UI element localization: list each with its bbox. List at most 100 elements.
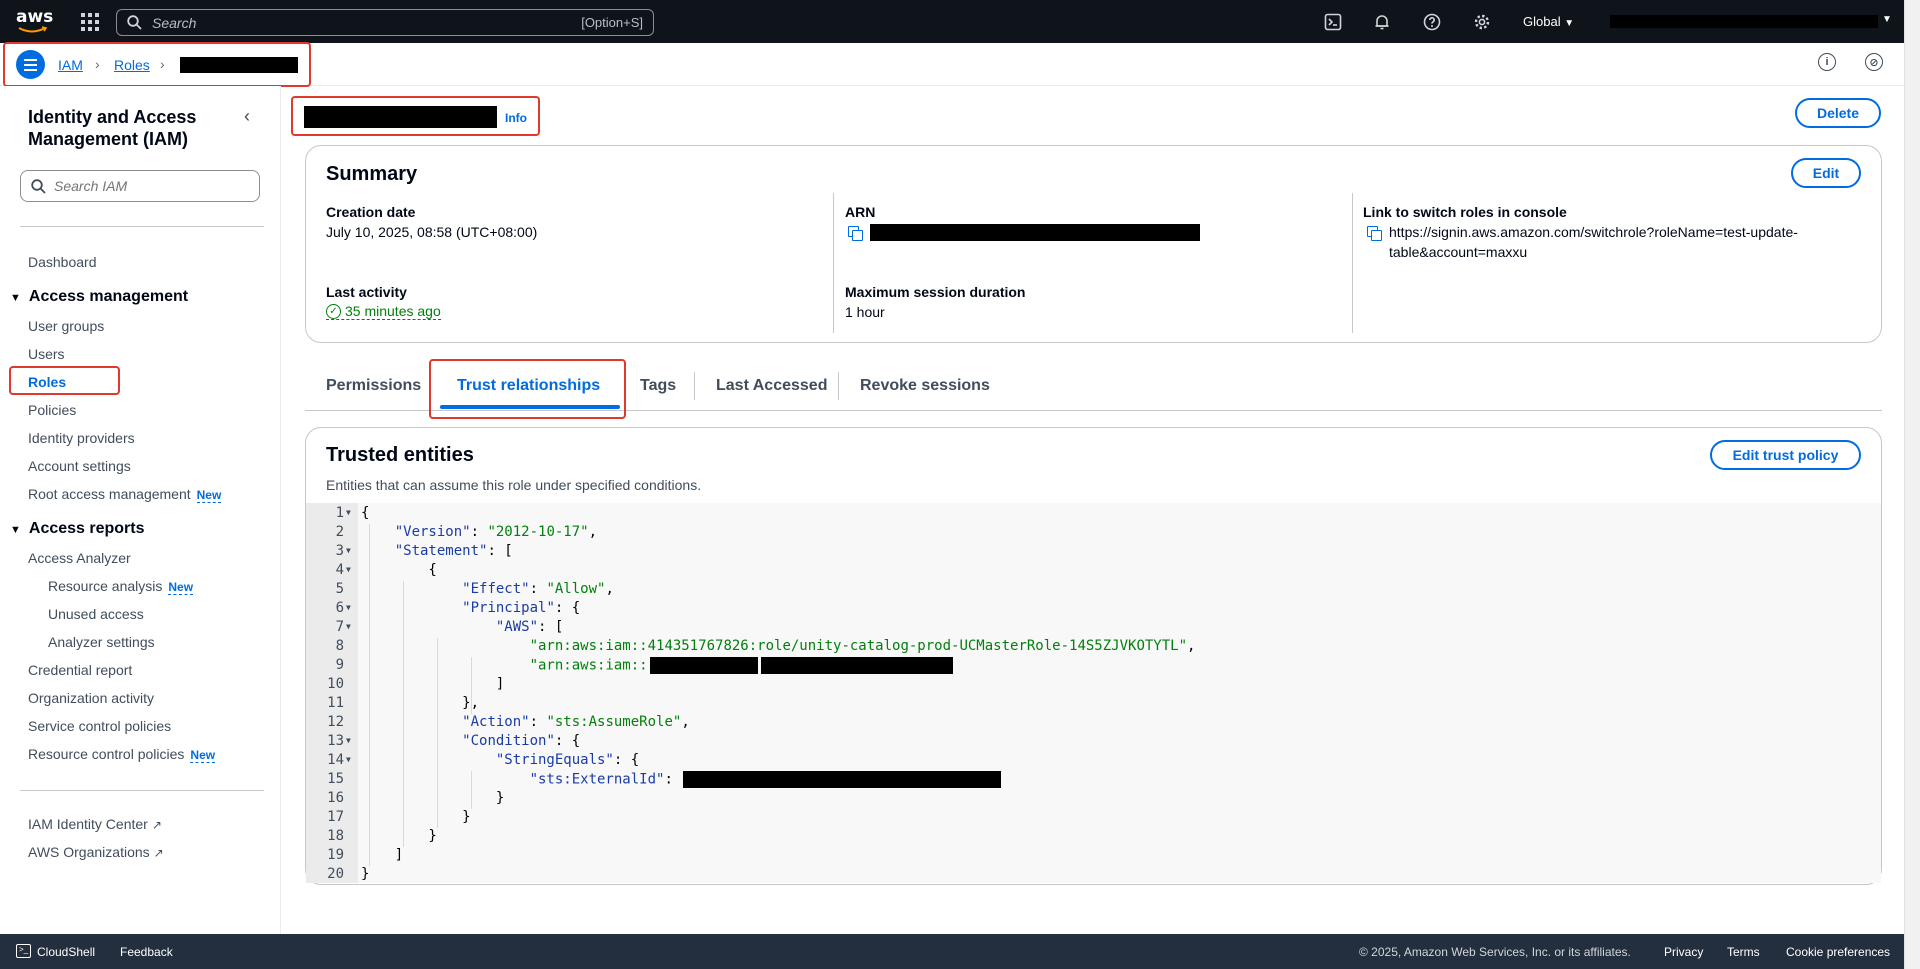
line-number: 12 (327, 714, 344, 730)
fold-caret-icon[interactable]: ▼ (346, 546, 351, 555)
global-search-input[interactable]: Search [Option+S] (116, 9, 654, 36)
code-text: "Effect": "Allow", (462, 581, 614, 597)
page-scrollbar[interactable] (1904, 0, 1920, 969)
last-activity-label: Last activity (326, 284, 407, 300)
cloudshell-link[interactable]: CloudShell (37, 945, 95, 959)
sidebar-item-analyzer-settings[interactable]: Analyzer settings (48, 634, 155, 650)
sidebar-title[interactable]: Identity and Access Management (IAM) (28, 106, 238, 150)
feedback-link[interactable]: Feedback (120, 945, 173, 959)
top-navigation: aws Search [Option+S] Global ▼ ▼ (0, 0, 1904, 43)
sidebar-item-resource-analysis[interactable]: Resource analysis New (48, 578, 194, 595)
sidebar-item-organization-activity[interactable]: Organization activity (28, 690, 154, 706)
sidebar-section-access-reports[interactable]: ▼ Access reports (10, 520, 145, 538)
code-text: }, (361, 695, 480, 711)
line-number: 2 (335, 524, 344, 540)
tab-revoke-sessions[interactable]: Revoke sessions (860, 377, 990, 395)
item-label: Root access management (28, 486, 191, 502)
line-number: 20 (327, 866, 344, 882)
sidebar-item-credential-report[interactable]: Credential report (28, 662, 132, 678)
collapse-sidebar-chevron-icon[interactable]: ‹ (244, 106, 250, 127)
sidebar-item-resource-control-policies[interactable]: Resource control policies New (28, 746, 216, 763)
sidebar-item-user-groups[interactable]: User groups (28, 318, 104, 334)
fold-caret-icon[interactable]: ▼ (346, 565, 351, 574)
code-line: 15 "sts:ExternalId": (306, 771, 1881, 790)
privacy-link[interactable]: Privacy (1664, 945, 1703, 959)
sidebar-search-field[interactable] (54, 178, 254, 194)
sidebar-item-access-analyzer[interactable]: Access Analyzer (28, 550, 131, 566)
trust-policy-code-viewer[interactable]: 1 ▼{2 "Version": "2012-10-17", 3 ▼ "Stateme… (306, 503, 1881, 883)
settings-gear-icon[interactable] (1472, 12, 1492, 32)
feedback-panel-icon[interactable]: ⊘ (1865, 53, 1883, 71)
aws-logo-text: aws (16, 7, 54, 27)
services-menu-icon[interactable] (81, 13, 99, 31)
sidebar-item-users[interactable]: Users (28, 346, 65, 362)
item-label: AWS Organizations (28, 844, 150, 860)
new-badge: New (196, 488, 222, 503)
caret-down-icon: ▼ (10, 524, 21, 536)
code-text: } (361, 809, 471, 825)
external-link-icon: ↗ (151, 818, 162, 832)
code-text: "Action": "sts:AssumeRole", (462, 714, 690, 730)
tab-last-accessed[interactable]: Last Accessed (716, 377, 827, 395)
line-number: 4 (335, 562, 344, 578)
line-number: 8 (335, 638, 344, 654)
code-line: 13 ▼ "Condition": { (306, 733, 1881, 752)
sidebar-search-input[interactable] (20, 170, 260, 202)
fold-caret-icon[interactable]: ▼ (346, 508, 351, 517)
column-divider (1352, 193, 1353, 333)
region-selector[interactable]: Global ▼ (1523, 14, 1574, 29)
edit-button[interactable]: Edit (1791, 158, 1861, 188)
info-panel-icon[interactable]: i (1818, 53, 1836, 71)
edit-trust-policy-button[interactable]: Edit trust policy (1710, 440, 1861, 470)
highlight-trust-relationships-tab (429, 359, 626, 419)
sidebar-item-service-control-policies[interactable]: Service control policies (28, 718, 171, 734)
fold-caret-icon[interactable]: ▼ (346, 755, 351, 764)
sidebar-item-dashboard[interactable]: Dashboard (28, 254, 97, 270)
code-line: 5 "Effect": "Allow", (306, 581, 1881, 600)
sidebar-item-unused-access[interactable]: Unused access (48, 606, 144, 622)
sidebar-item-iam-identity-center[interactable]: IAM Identity Center ↗ (28, 816, 162, 832)
sidebar-item-aws-organizations[interactable]: AWS Organizations ↗ (28, 844, 164, 860)
account-caret-down-icon[interactable]: ▼ (1882, 14, 1892, 25)
line-number: 16 (327, 790, 344, 806)
code-text: "arn:aws:iam:: (361, 657, 953, 674)
indent-guide (403, 581, 405, 847)
search-icon (31, 178, 46, 194)
code-text: "Condition": { (462, 733, 581, 749)
copy-arn-icon[interactable] (848, 226, 863, 241)
cloudshell-icon[interactable]: >_ (16, 944, 31, 958)
sidebar-item-account-settings[interactable]: Account settings (28, 458, 131, 474)
last-activity-value[interactable]: ✓ 35 minutes ago (326, 303, 441, 320)
sidebar-item-root-access-management[interactable]: Root access management New (28, 486, 222, 503)
cookie-preferences-link[interactable]: Cookie preferences (1786, 945, 1890, 959)
fold-caret-icon[interactable]: ▼ (346, 736, 351, 745)
fold-caret-icon[interactable]: ▼ (346, 622, 351, 631)
delete-button[interactable]: Delete (1795, 98, 1881, 128)
redacted-value (760, 657, 953, 674)
account-menu[interactable] (1610, 15, 1878, 28)
line-number: 17 (327, 809, 344, 825)
section-label: Access reports (28, 520, 145, 537)
terms-link[interactable]: Terms (1727, 945, 1760, 959)
tab-permissions[interactable]: Permissions (326, 377, 421, 395)
creation-date-label: Creation date (326, 204, 416, 220)
sidebar-item-policies[interactable]: Policies (28, 402, 76, 418)
help-icon[interactable] (1422, 12, 1442, 32)
redacted-value (649, 657, 758, 674)
aws-logo[interactable]: aws (16, 7, 54, 35)
line-number: 13 (327, 733, 344, 749)
tab-tags[interactable]: Tags (640, 377, 676, 395)
code-line: 16 } (306, 790, 1881, 809)
sidebar-item-identity-providers[interactable]: Identity providers (28, 430, 135, 446)
cloudshell-icon[interactable] (1323, 12, 1343, 32)
copy-link-icon[interactable] (1367, 226, 1382, 241)
sidebar-section-access-management[interactable]: ▼ Access management (10, 288, 188, 306)
arn-value (870, 224, 1200, 241)
region-label: Global (1523, 14, 1561, 29)
column-divider (833, 193, 834, 333)
notifications-bell-icon[interactable] (1372, 12, 1392, 32)
fold-caret-icon[interactable]: ▼ (346, 603, 351, 612)
code-line: 4 ▼ { (306, 562, 1881, 581)
search-shortcut: [Option+S] (581, 15, 643, 30)
aws-smile-icon (18, 26, 48, 33)
